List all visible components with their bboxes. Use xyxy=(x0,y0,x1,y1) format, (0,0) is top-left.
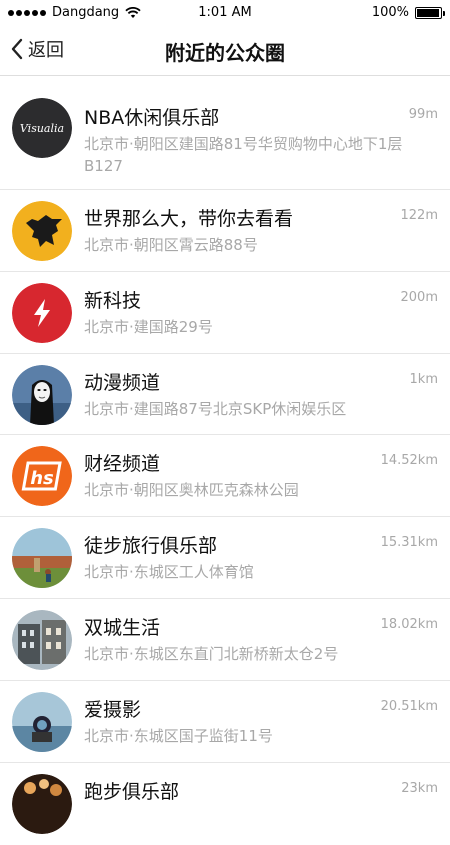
avatar xyxy=(12,283,72,343)
list-item[interactable]: Visualia NBA休闲俱乐部 99m 北京市·朝阳区建国路81号华贸购物中… xyxy=(0,77,450,190)
item-address: 北京市·朝阳区建国路81号华贸购物中心地下1层B127 xyxy=(84,135,403,175)
item-name: 徒步旅行俱乐部 xyxy=(84,535,218,557)
page-title: 附近的公众圈 xyxy=(165,41,285,65)
avatar: Visualia xyxy=(12,98,72,158)
avatar-logo-text: hs xyxy=(30,468,54,489)
item-distance: 122m xyxy=(400,208,438,223)
item-name: 双城生活 xyxy=(84,617,161,639)
item-distance: 99m xyxy=(408,107,438,122)
item-name: NBA休闲俱乐部 xyxy=(84,107,220,129)
avatar-logo-text: Visualia xyxy=(20,122,64,135)
list-item[interactable]: 双城生活 18.02km 北京市·东城区东直门北新桥新太仓2号 xyxy=(0,599,450,681)
item-address: 北京市·东城区国子监街11号 xyxy=(84,727,273,745)
item-name: 动漫频道 xyxy=(84,372,161,394)
item-name: 财经频道 xyxy=(84,453,161,475)
item-address: 北京市·东城区工人体育馆 xyxy=(84,563,254,581)
item-distance: 200m xyxy=(400,290,438,305)
list-item[interactable]: 世界那么大，带你去看看 122m 北京市·朝阳区霄云路88号 xyxy=(0,190,450,272)
avatar xyxy=(12,692,72,752)
list-item[interactable]: hs 财经频道 14.52km 北京市·朝阳区奥林匹克森林公园 xyxy=(0,435,450,517)
avatar: hs xyxy=(12,446,72,506)
list-item[interactable]: 爱摄影 20.51km 北京市·东城区国子监街11号 xyxy=(0,681,450,763)
status-bar: Dangdang 1:01 AM 100% xyxy=(0,0,450,26)
avatar xyxy=(12,610,72,670)
list-item[interactable]: 跑步俱乐部 23km xyxy=(0,763,450,845)
item-address: 北京市·建国路29号 xyxy=(84,318,213,336)
list-item[interactable]: 徒步旅行俱乐部 15.31km 北京市·东城区工人体育馆 xyxy=(0,517,450,599)
avatar xyxy=(12,201,72,261)
avatar xyxy=(12,365,72,425)
nearby-circles-list: Visualia NBA休闲俱乐部 99m 北京市·朝阳区建国路81号华贸购物中… xyxy=(0,77,450,845)
avatar xyxy=(12,774,72,834)
list-item[interactable]: 新科技 200m 北京市·建国路29号 xyxy=(0,272,450,354)
item-address: 北京市·朝阳区奥林匹克森林公园 xyxy=(84,481,299,499)
item-distance: 18.02km xyxy=(380,617,438,632)
item-distance: 15.31km xyxy=(380,535,438,550)
item-address: 北京市·建国路87号北京SKP休闲娱乐区 xyxy=(84,400,347,418)
item-name: 爱摄影 xyxy=(84,699,142,721)
battery-group: 100% xyxy=(371,5,445,20)
item-address: 北京市·朝阳区霄云路88号 xyxy=(84,236,258,254)
navigation-bar: 返回 附近的公众圈 xyxy=(0,26,450,76)
item-distance: 14.52km xyxy=(380,453,438,468)
battery-icon xyxy=(415,6,445,19)
item-distance: 20.51km xyxy=(380,699,438,714)
item-address: 北京市·东城区东直门北新桥新太仓2号 xyxy=(84,645,339,663)
list-item[interactable]: 动漫频道 1km 北京市·建国路87号北京SKP休闲娱乐区 xyxy=(0,354,450,435)
item-name: 新科技 xyxy=(84,290,142,312)
battery-percent: 100% xyxy=(371,5,409,20)
item-distance: 23km xyxy=(401,781,438,796)
item-name: 世界那么大，带你去看看 xyxy=(84,208,294,230)
item-distance: 1km xyxy=(409,372,438,387)
avatar xyxy=(12,528,72,588)
